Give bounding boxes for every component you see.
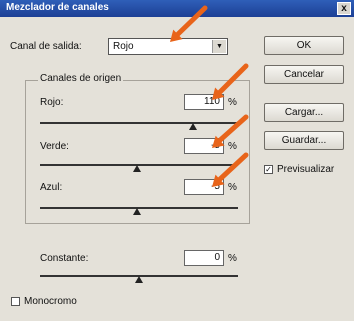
annotation-arrow-shaft-4 [215,152,249,184]
annotation-arrows [170,5,249,187]
channel-mixer-dialog: Mezclador de canales x Canal de salida: … [0,0,354,321]
annotation-arrow-shaft-1 [173,5,208,39]
annotation-arrow-shaft-3 [215,114,249,145]
annotation-arrow-shaft-2 [215,63,249,97]
